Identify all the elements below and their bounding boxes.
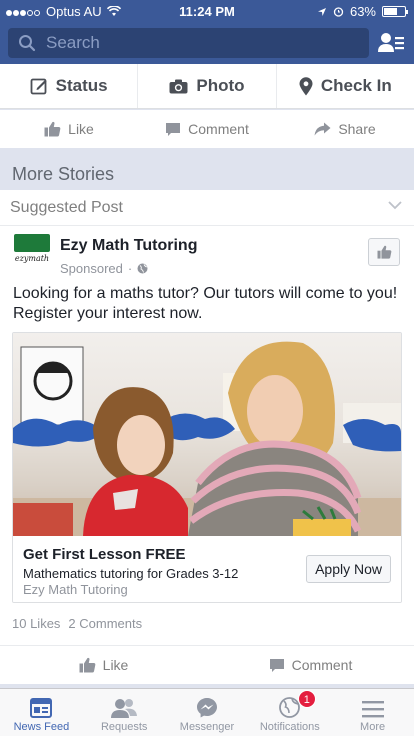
- comment-button[interactable]: Comment: [138, 110, 276, 148]
- post-header: ezymath Ezy Math Tutoring Sponsored ·: [0, 226, 414, 278]
- comment-label: Comment: [291, 657, 353, 673]
- previous-post-actions: Like Comment Share: [0, 110, 414, 148]
- friends-list-icon[interactable]: [378, 32, 404, 54]
- post-text: Looking for a maths tutor? Our tutors wi…: [13, 285, 398, 322]
- suggested-post-label: Suggested Post: [10, 199, 123, 216]
- search-bar[interactable]: [8, 28, 369, 58]
- tab-label: More: [360, 721, 386, 733]
- sponsored-label: Sponsored: [60, 261, 123, 276]
- tab-label: Messenger: [179, 721, 235, 733]
- search-input[interactable]: [46, 33, 346, 53]
- post-meta: Sponsored ·: [60, 261, 148, 276]
- tutor-and-child-illustration: [13, 341, 401, 536]
- like-label: Like: [68, 121, 94, 137]
- tab-news-feed[interactable]: News Feed: [0, 689, 83, 736]
- section-title: More Stories: [12, 164, 115, 184]
- camera-icon: [169, 79, 188, 93]
- tab-label: Notifications: [259, 721, 320, 733]
- thumbs-up-icon: [79, 657, 96, 673]
- meta-separator: ·: [127, 261, 133, 276]
- more-stories-header: More Stories: [0, 148, 414, 190]
- ad-attachment[interactable]: Get First Lesson FREE Mathematics tutori…: [12, 332, 402, 603]
- status-label: Status: [55, 76, 108, 95]
- chevron-down-icon[interactable]: [388, 201, 402, 210]
- suggested-post-header: Suggested Post: [0, 190, 414, 226]
- menu-icon: [361, 701, 384, 718]
- ad-headline[interactable]: Get First Lesson FREE: [23, 546, 186, 563]
- bottom-tab-bar: News Feed Requests Messenger 1 Notificat…: [0, 688, 414, 736]
- likes-count[interactable]: 10 Likes: [12, 616, 60, 631]
- messenger-icon: [196, 698, 217, 718]
- share-label: Share: [338, 121, 376, 137]
- page-logo[interactable]: ezymath: [14, 234, 50, 270]
- globe-icon: [137, 263, 148, 274]
- like-page-button[interactable]: [368, 238, 400, 266]
- share-button[interactable]: Share: [276, 110, 414, 148]
- photo-label: Photo: [196, 76, 245, 95]
- ad-footer: Get First Lesson FREE Mathematics tutori…: [13, 536, 401, 602]
- thumbs-up-icon: [44, 121, 61, 137]
- tab-requests[interactable]: Requests: [83, 689, 166, 736]
- alarm-icon: [333, 7, 344, 17]
- ad-image[interactable]: [13, 333, 401, 536]
- search-icon: [19, 35, 36, 52]
- ad-description: Mathematics tutoring for Grades 3-12: [23, 566, 239, 581]
- share-arrow-icon: [314, 122, 331, 136]
- location-arrow-icon: [317, 7, 326, 16]
- reaction-counts: 10 Likes 2 Comments: [12, 616, 142, 631]
- notification-badge: 1: [297, 690, 316, 708]
- battery-icon: [382, 6, 408, 17]
- comment-icon: [269, 658, 284, 672]
- check-in-label: Check In: [320, 76, 392, 95]
- ad-source: Ezy Math Tutoring: [23, 582, 128, 597]
- thumbs-up-icon: [377, 245, 391, 259]
- sponsored-post-card: Suggested Post ezymath Ezy Math Tutoring…: [0, 190, 414, 684]
- comments-count[interactable]: 2 Comments: [68, 616, 142, 631]
- chalkboard-icon: [14, 234, 50, 252]
- location-pin-icon: [299, 76, 313, 95]
- edit-icon: [30, 78, 47, 95]
- tab-label: News Feed: [13, 721, 70, 733]
- like-button[interactable]: Like: [0, 646, 207, 684]
- post-composer: Status Photo Check In: [0, 64, 414, 109]
- battery-percent: 63%: [349, 4, 376, 19]
- check-in-button[interactable]: Check In: [277, 64, 414, 108]
- comment-label: Comment: [188, 121, 249, 137]
- news-feed-icon: [30, 698, 53, 718]
- apply-now-button[interactable]: Apply Now: [306, 555, 391, 583]
- top-navigation-bar: [0, 22, 414, 64]
- photo-button[interactable]: Photo: [138, 64, 277, 108]
- status-bar: Optus AU 11:24 PM 63%: [0, 0, 414, 22]
- status-button[interactable]: Status: [0, 64, 139, 108]
- friend-requests-icon: [111, 699, 138, 718]
- tab-more[interactable]: More: [331, 689, 414, 736]
- tab-notifications[interactable]: 1 Notifications: [248, 689, 331, 736]
- tab-messenger[interactable]: Messenger: [166, 689, 249, 736]
- tab-label: Requests: [100, 721, 148, 733]
- page-name[interactable]: Ezy Math Tutoring: [60, 237, 197, 255]
- logo-text: ezymath: [14, 254, 50, 263]
- comment-icon: [166, 122, 181, 136]
- post-actions: Like Comment: [0, 645, 414, 684]
- comment-button[interactable]: Comment: [207, 646, 414, 684]
- like-button[interactable]: Like: [0, 110, 138, 148]
- like-label: Like: [102, 657, 129, 673]
